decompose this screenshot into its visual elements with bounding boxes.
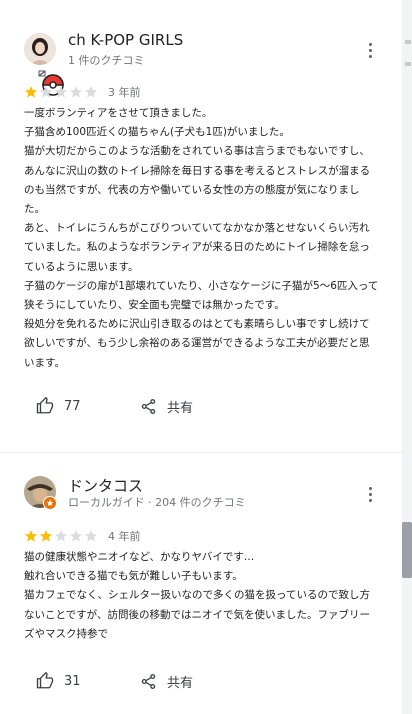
star-icon — [54, 84, 68, 103]
thumb-up-icon — [36, 397, 54, 414]
reviewer-name[interactable]: ch K-POP GIRLS — [68, 31, 183, 49]
review-text-line: あと、トイレにうんちがこびりついていてなかなか落とせないくらい汚れ — [24, 222, 370, 235]
review-card: ドンタコス ローカルガイド · 204 件のクチコミ 4 年前 猫の健康状態やニ… — [0, 453, 402, 714]
review-text-line: 子猫含め100匹近くの猫ちゃん(子犬も1匹)がいました。 — [24, 126, 290, 139]
star-icon — [84, 84, 98, 103]
review-text-line: た。 — [24, 203, 45, 216]
review-text: 一度ボランティアをさせて頂きました。子猫含め100匹近くの猫ちゃん(子犬も1匹)… — [24, 104, 379, 373]
like-count: 77 — [64, 398, 81, 414]
review-text-line: 狭そうにしていたり、安全面も完璧では無かったです。 — [24, 299, 285, 312]
review-text-line: ズやマスク持参で — [24, 627, 108, 640]
share-label: 共有 — [167, 401, 194, 416]
like-count: 31 — [64, 673, 81, 689]
thumb-up-icon — [36, 672, 54, 689]
share-label: 共有 — [167, 676, 194, 691]
more-vert-icon[interactable] — [360, 484, 380, 504]
like-button[interactable]: 77 — [36, 397, 81, 415]
review-text-line: 猫の健康状態やニオイなど、かなりヤバイです… — [24, 551, 255, 563]
share-icon — [141, 399, 156, 414]
star-icon — [84, 528, 98, 547]
review-text-line: 触れ合いできる猫でも気が難しい子もいます。 — [24, 570, 243, 583]
local-guide-badge-icon — [43, 496, 57, 510]
scrollbar-track[interactable] — [402, 0, 412, 714]
star-rating — [24, 528, 98, 547]
share-button[interactable]: 共有 — [140, 672, 193, 691]
review-card: ch K-POP GIRLS 1 件のクチコミ 3 年前 一度ボランティアをさせ… — [0, 0, 402, 452]
review-text: 猫の健康状態やニオイなど、かなりヤバイです… 触れ合いできる猫でも気が難しい子もい… — [24, 548, 374, 644]
background-map-edge — [405, 62, 411, 66]
reviewer-review-count[interactable]: ローカルガイド · 204 件のクチコミ — [68, 494, 246, 510]
star-icon — [69, 528, 83, 547]
scrollbar-thumb[interactable] — [402, 522, 412, 578]
star-icon — [54, 528, 68, 547]
review-text-line: あんなに沢山の数のトイレ掃除を毎日する事を考えるとストレスが溜まる — [24, 164, 371, 177]
review-text-line: います。 — [24, 356, 65, 369]
star-icon — [24, 528, 38, 547]
review-text-line: 猫が大切だからこのような活動をされている事は言うまでもないですし、 — [24, 145, 370, 158]
background-map-edge — [405, 40, 411, 44]
more-vert-icon[interactable] — [360, 40, 380, 60]
review-text-line: 殺処分を免れるために沢山引き取るのはとても素晴らしい事ですし続けて — [24, 318, 370, 331]
review-text-line: 欲しいですが、もう少し余裕のある運営ができるような工夫が必要だと思 — [24, 337, 370, 350]
review-text-line: 子猫のケージの扉が1部壊れていたり、小さなケージに子猫が5〜6匹入って — [24, 279, 379, 292]
reviews-panel: ch K-POP GIRLS 1 件のクチコミ 3 年前 一度ボランティアをさせ… — [0, 0, 402, 714]
review-text-line: ているように思います。 — [24, 260, 139, 273]
review-text-line: のも当然ですが、代表の方や働いている女性の方の態度が気になりまし — [24, 183, 360, 196]
share-button[interactable]: 共有 — [140, 397, 193, 416]
review-date: 4 年前 — [108, 530, 141, 543]
avatar[interactable] — [24, 33, 56, 65]
like-button[interactable]: 31 — [36, 672, 81, 690]
share-icon — [141, 674, 156, 689]
review-text-line: 一度ボランティアをさせて頂きました。 — [24, 107, 213, 119]
review-date: 3 年前 — [108, 86, 141, 99]
reviewer-name[interactable]: ドンタコス — [68, 475, 143, 496]
star-icon — [39, 528, 53, 547]
review-text-line: ていました。私のようなボランティアが来る日のためにトイレ掃除を怠っ — [24, 241, 370, 254]
star-rating — [24, 84, 98, 103]
star-icon — [69, 84, 83, 103]
star-icon — [24, 84, 38, 103]
review-text-line: ないことですが、訪問後の移動ではニオイで気を使いました。ファブリー — [24, 608, 370, 621]
review-text-line: 猫カフェでなく、シェルター扱いなので多くの猫を扱っているので致し方 — [24, 589, 370, 602]
star-icon — [39, 84, 53, 103]
reviewer-review-count[interactable]: 1 件のクチコミ — [68, 52, 145, 68]
